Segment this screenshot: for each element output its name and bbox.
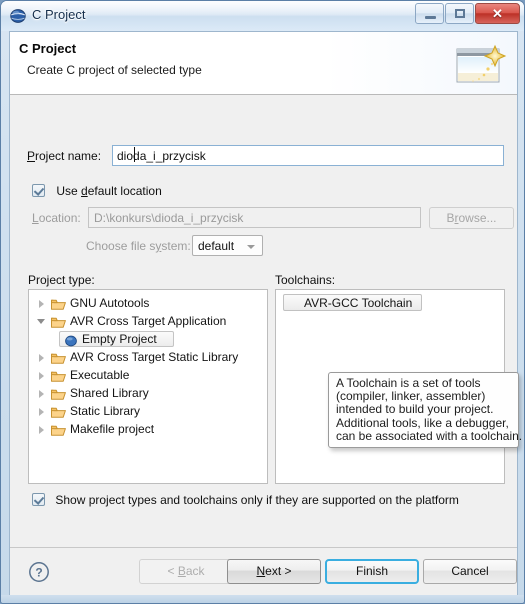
maximize-button[interactable] <box>445 3 474 24</box>
project-name-label: Project name: <box>27 149 102 163</box>
show-supported-checkbox[interactable] <box>32 493 45 507</box>
tree-item-label: Empty Project <box>82 332 157 346</box>
dialog-footer: ? < Back Next > Finish Cancel <box>10 547 517 597</box>
tree-item-label: GNU Autotools <box>70 296 150 310</box>
use-default-location-checkbox[interactable] <box>32 184 45 198</box>
tree-item[interactable]: Shared Library <box>29 384 267 402</box>
file-system-label: Choose file system: <box>86 239 191 253</box>
toolchain-item-label: AVR-GCC Toolchain <box>304 296 413 310</box>
close-icon: ✕ <box>492 6 503 21</box>
browse-button[interactable]: Browse... <box>429 207 514 229</box>
toolchain-item-avr-gcc[interactable]: AVR-GCC Toolchain <box>283 294 422 311</box>
folder-icon <box>51 387 66 400</box>
folder-icon <box>51 423 66 436</box>
location-label: Location: <box>32 211 81 225</box>
title-bar[interactable]: C Project ✕ <box>1 1 524 31</box>
tooltip-line: Additional tools, like a debugger, <box>336 415 509 430</box>
blue-sphere-icon <box>65 334 77 347</box>
dialog-client: C Project Create C project of selected t… <box>9 31 523 597</box>
project-name-row: Project name: <box>27 145 504 167</box>
chevron-right-icon[interactable] <box>39 408 44 416</box>
chevron-right-icon[interactable] <box>39 372 44 380</box>
location-input[interactable]: D:\konkurs\dioda_i_przycisk <box>88 207 421 228</box>
help-question-icon[interactable]: ? <box>28 561 50 583</box>
use-default-location-label: Use default location <box>56 183 162 198</box>
eclipse-sphere-icon <box>10 8 26 24</box>
chevron-right-icon[interactable] <box>39 300 44 308</box>
window-title: C Project <box>32 7 86 22</box>
chevron-down-icon <box>247 245 255 249</box>
tree-item[interactable]: AVR Cross Target Application <box>29 312 267 330</box>
folder-icon <box>51 351 66 364</box>
text-caret <box>134 147 135 162</box>
page-title: C Project <box>19 41 77 56</box>
toolchains-label: Toolchains: <box>275 273 336 287</box>
tree-item-label: Makefile project <box>70 422 155 436</box>
maximize-icon <box>455 9 465 18</box>
tooltip-line: intended to build your project. <box>336 402 494 417</box>
folder-icon <box>51 315 66 328</box>
toolchain-tooltip: A Toolchain is a set of tools (compiler,… <box>328 372 523 448</box>
location-row: Location: D:\konkurs\dioda_i_przycisk Br… <box>32 207 514 229</box>
folder-icon <box>51 405 66 418</box>
tree-item[interactable]: Executable <box>29 366 267 384</box>
tree-rows: GNU Autotools AVR Cross Target Applicatio… <box>29 290 267 438</box>
file-system-value: default <box>198 239 235 253</box>
finish-button[interactable]: Finish <box>325 559 419 584</box>
dialog-body: Project name: Use default location Locat… <box>10 95 523 548</box>
tree-item-selected[interactable]: Empty Project <box>59 331 174 347</box>
back-button[interactable]: < Back <box>139 559 233 584</box>
tree-item-label: Static Library <box>70 404 141 418</box>
window-bottom-edge <box>1 595 524 603</box>
cancel-button[interactable]: Cancel <box>423 559 517 584</box>
file-system-select[interactable]: default <box>192 235 263 256</box>
minimize-icon <box>425 16 436 19</box>
chevron-right-icon[interactable] <box>39 426 44 434</box>
chevron-right-icon[interactable] <box>39 390 44 398</box>
project-type-label: Project type: <box>28 273 95 287</box>
tree-item-label: Executable <box>70 368 130 382</box>
folder-icon <box>51 369 66 382</box>
tree-item-label: Shared Library <box>70 386 149 400</box>
chevron-right-icon[interactable] <box>39 354 44 362</box>
tree-item[interactable]: Static Library <box>29 402 267 420</box>
close-button[interactable]: ✕ <box>475 3 520 24</box>
svg-text:?: ? <box>35 565 42 579</box>
use-default-location-row[interactable]: Use default location <box>32 183 162 199</box>
show-supported-label: Show project types and toolchains only i… <box>55 492 459 507</box>
tree-item-label: AVR Cross Target Static Library <box>70 350 239 364</box>
dialog-window: C Project ✕ C Project Create C project o… <box>0 0 525 604</box>
wizard-header: C Project Create C project of selected t… <box>10 32 517 95</box>
tree-item-label: AVR Cross Target Application <box>70 314 227 328</box>
tooltip-line: can be associated with a toolchain. <box>336 428 523 443</box>
project-name-input[interactable] <box>112 145 504 166</box>
show-supported-row[interactable]: Show project types and toolchains only i… <box>32 492 459 508</box>
new-project-wizard-icon <box>454 36 512 90</box>
tree-item[interactable]: Makefile project <box>29 420 267 438</box>
tree-item[interactable]: Empty Project <box>29 330 267 348</box>
project-type-tree[interactable]: GNU Autotools AVR Cross Target Applicatio… <box>28 289 268 484</box>
tree-item[interactable]: GNU Autotools <box>29 294 267 312</box>
minimize-button[interactable] <box>415 3 444 24</box>
folder-icon <box>51 297 66 310</box>
window-controls: ✕ <box>414 3 520 25</box>
page-subtitle: Create C project of selected type <box>27 63 202 77</box>
chevron-down-icon[interactable] <box>37 319 45 324</box>
next-button[interactable]: Next > <box>227 559 321 584</box>
tree-item[interactable]: AVR Cross Target Static Library <box>29 348 267 366</box>
